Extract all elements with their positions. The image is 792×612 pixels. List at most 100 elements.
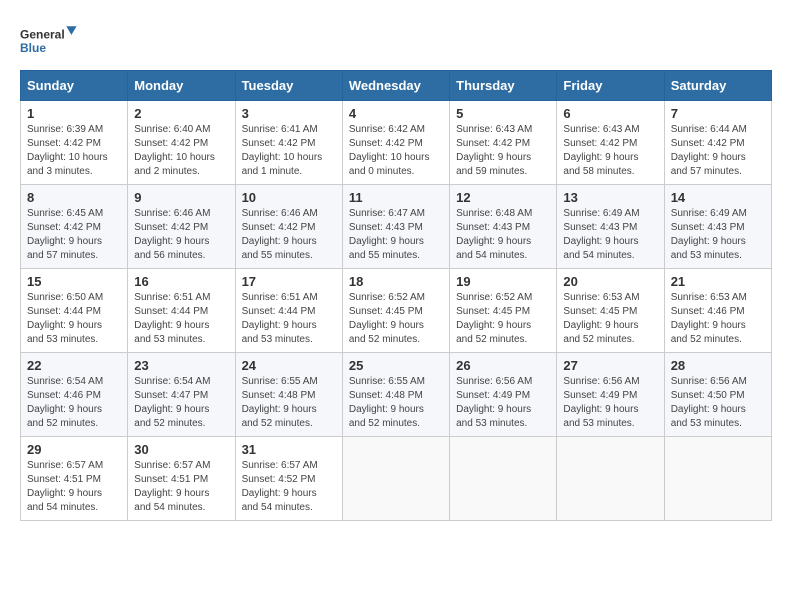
day-info: Sunrise: 6:41 AM Sunset: 4:42 PM Dayligh… — [242, 123, 336, 179]
day-number: 3 — [242, 106, 336, 121]
day-info: Sunrise: 6:57 AM Sunset: 4:51 PM Dayligh… — [134, 459, 228, 515]
day-number: 21 — [671, 274, 765, 289]
day-info: Sunrise: 6:44 AM Sunset: 4:42 PM Dayligh… — [671, 123, 765, 179]
day-cell: 29 Sunrise: 6:57 AM Sunset: 4:51 PM Dayli… — [21, 437, 128, 521]
day-info: Sunrise: 6:54 AM Sunset: 4:47 PM Dayligh… — [134, 375, 228, 431]
day-info: Sunrise: 6:56 AM Sunset: 4:49 PM Dayligh… — [563, 375, 657, 431]
day-info: Sunrise: 6:52 AM Sunset: 4:45 PM Dayligh… — [349, 291, 443, 347]
day-number: 27 — [563, 358, 657, 373]
day-cell — [664, 437, 771, 521]
day-cell: 21 Sunrise: 6:53 AM Sunset: 4:46 PM Dayli… — [664, 269, 771, 353]
day-info: Sunrise: 6:49 AM Sunset: 4:43 PM Dayligh… — [671, 207, 765, 263]
day-info: Sunrise: 6:46 AM Sunset: 4:42 PM Dayligh… — [242, 207, 336, 263]
day-info: Sunrise: 6:56 AM Sunset: 4:50 PM Dayligh… — [671, 375, 765, 431]
day-number: 1 — [27, 106, 121, 121]
day-number: 12 — [456, 190, 550, 205]
header-friday: Friday — [557, 71, 664, 101]
day-cell: 23 Sunrise: 6:54 AM Sunset: 4:47 PM Dayli… — [128, 353, 235, 437]
header-sunday: Sunday — [21, 71, 128, 101]
day-number: 4 — [349, 106, 443, 121]
day-cell: 13 Sunrise: 6:49 AM Sunset: 4:43 PM Dayli… — [557, 185, 664, 269]
day-cell: 30 Sunrise: 6:57 AM Sunset: 4:51 PM Dayli… — [128, 437, 235, 521]
header-thursday: Thursday — [450, 71, 557, 101]
day-cell: 20Sunrise: 6:53 AM Sunset: 4:45 PM Dayli… — [557, 269, 664, 353]
header-tuesday: Tuesday — [235, 71, 342, 101]
day-info: Sunrise: 6:43 AM Sunset: 4:42 PM Dayligh… — [456, 123, 550, 179]
week-row-3: 15 Sunrise: 6:50 AM Sunset: 4:44 PM Dayli… — [21, 269, 772, 353]
day-cell: 7 Sunrise: 6:44 AM Sunset: 4:42 PM Daylig… — [664, 101, 771, 185]
calendar-table: SundayMondayTuesdayWednesdayThursdayFrid… — [20, 70, 772, 521]
day-number: 20 — [563, 274, 657, 289]
day-number: 15 — [27, 274, 121, 289]
week-row-4: 22Sunrise: 6:54 AM Sunset: 4:46 PM Dayli… — [21, 353, 772, 437]
day-cell: 5Sunrise: 6:43 AM Sunset: 4:42 PM Daylig… — [450, 101, 557, 185]
day-cell: 31 Sunrise: 6:57 AM Sunset: 4:52 PM Dayli… — [235, 437, 342, 521]
day-cell: 4Sunrise: 6:42 AM Sunset: 4:42 PM Daylig… — [342, 101, 449, 185]
header-monday: Monday — [128, 71, 235, 101]
day-info: Sunrise: 6:57 AM Sunset: 4:52 PM Dayligh… — [242, 459, 336, 515]
day-cell — [557, 437, 664, 521]
header-row: SundayMondayTuesdayWednesdayThursdayFrid… — [21, 71, 772, 101]
day-cell: 6 Sunrise: 6:43 AM Sunset: 4:42 PM Daylig… — [557, 101, 664, 185]
day-info: Sunrise: 6:40 AM Sunset: 4:42 PM Dayligh… — [134, 123, 228, 179]
day-cell: 9Sunrise: 6:46 AM Sunset: 4:42 PM Daylig… — [128, 185, 235, 269]
logo-svg: General Blue — [20, 20, 80, 60]
day-cell: 18 Sunrise: 6:52 AM Sunset: 4:45 PM Dayli… — [342, 269, 449, 353]
day-number: 13 — [563, 190, 657, 205]
day-number: 30 — [134, 442, 228, 457]
day-number: 18 — [349, 274, 443, 289]
day-info: Sunrise: 6:49 AM Sunset: 4:43 PM Dayligh… — [563, 207, 657, 263]
day-number: 11 — [349, 190, 443, 205]
day-info: Sunrise: 6:43 AM Sunset: 4:42 PM Dayligh… — [563, 123, 657, 179]
day-cell: 19 Sunrise: 6:52 AM Sunset: 4:45 PM Dayli… — [450, 269, 557, 353]
week-row-2: 8 Sunrise: 6:45 AM Sunset: 4:42 PM Daylig… — [21, 185, 772, 269]
calendar-body: 1Sunrise: 6:39 AM Sunset: 4:42 PM Daylig… — [21, 101, 772, 521]
day-cell: 12 Sunrise: 6:48 AM Sunset: 4:43 PM Dayli… — [450, 185, 557, 269]
day-cell: 24Sunrise: 6:55 AM Sunset: 4:48 PM Dayli… — [235, 353, 342, 437]
day-number: 10 — [242, 190, 336, 205]
day-info: Sunrise: 6:56 AM Sunset: 4:49 PM Dayligh… — [456, 375, 550, 431]
day-cell: 3 Sunrise: 6:41 AM Sunset: 4:42 PM Daylig… — [235, 101, 342, 185]
day-info: Sunrise: 6:48 AM Sunset: 4:43 PM Dayligh… — [456, 207, 550, 263]
day-cell — [450, 437, 557, 521]
day-cell: 28 Sunrise: 6:56 AM Sunset: 4:50 PM Dayli… — [664, 353, 771, 437]
day-number: 7 — [671, 106, 765, 121]
week-row-5: 29 Sunrise: 6:57 AM Sunset: 4:51 PM Dayli… — [21, 437, 772, 521]
day-number: 29 — [27, 442, 121, 457]
day-number: 24 — [242, 358, 336, 373]
svg-text:General: General — [20, 27, 65, 41]
day-number: 6 — [563, 106, 657, 121]
day-cell: 10 Sunrise: 6:46 AM Sunset: 4:42 PM Dayli… — [235, 185, 342, 269]
day-info: Sunrise: 6:55 AM Sunset: 4:48 PM Dayligh… — [349, 375, 443, 431]
header-saturday: Saturday — [664, 71, 771, 101]
day-info: Sunrise: 6:45 AM Sunset: 4:42 PM Dayligh… — [27, 207, 121, 263]
header-wednesday: Wednesday — [342, 71, 449, 101]
day-number: 14 — [671, 190, 765, 205]
day-info: Sunrise: 6:51 AM Sunset: 4:44 PM Dayligh… — [134, 291, 228, 347]
day-info: Sunrise: 6:50 AM Sunset: 4:44 PM Dayligh… — [27, 291, 121, 347]
day-info: Sunrise: 6:57 AM Sunset: 4:51 PM Dayligh… — [27, 459, 121, 515]
calendar-header: SundayMondayTuesdayWednesdayThursdayFrid… — [21, 71, 772, 101]
day-number: 31 — [242, 442, 336, 457]
page-header: General Blue — [20, 20, 772, 60]
day-cell: 15 Sunrise: 6:50 AM Sunset: 4:44 PM Dayli… — [21, 269, 128, 353]
day-cell: 16Sunrise: 6:51 AM Sunset: 4:44 PM Dayli… — [128, 269, 235, 353]
week-row-1: 1Sunrise: 6:39 AM Sunset: 4:42 PM Daylig… — [21, 101, 772, 185]
day-number: 17 — [242, 274, 336, 289]
day-number: 26 — [456, 358, 550, 373]
day-cell: 11 Sunrise: 6:47 AM Sunset: 4:43 PM Dayli… — [342, 185, 449, 269]
day-number: 23 — [134, 358, 228, 373]
day-number: 2 — [134, 106, 228, 121]
day-cell: 26 Sunrise: 6:56 AM Sunset: 4:49 PM Dayli… — [450, 353, 557, 437]
day-cell: 2 Sunrise: 6:40 AM Sunset: 4:42 PM Daylig… — [128, 101, 235, 185]
day-info: Sunrise: 6:47 AM Sunset: 4:43 PM Dayligh… — [349, 207, 443, 263]
day-info: Sunrise: 6:54 AM Sunset: 4:46 PM Dayligh… — [27, 375, 121, 431]
day-number: 19 — [456, 274, 550, 289]
day-number: 9 — [134, 190, 228, 205]
day-cell: 14 Sunrise: 6:49 AM Sunset: 4:43 PM Dayli… — [664, 185, 771, 269]
day-number: 28 — [671, 358, 765, 373]
day-info: Sunrise: 6:52 AM Sunset: 4:45 PM Dayligh… — [456, 291, 550, 347]
day-cell: 17Sunrise: 6:51 AM Sunset: 4:44 PM Dayli… — [235, 269, 342, 353]
day-info: Sunrise: 6:53 AM Sunset: 4:46 PM Dayligh… — [671, 291, 765, 347]
day-number: 8 — [27, 190, 121, 205]
